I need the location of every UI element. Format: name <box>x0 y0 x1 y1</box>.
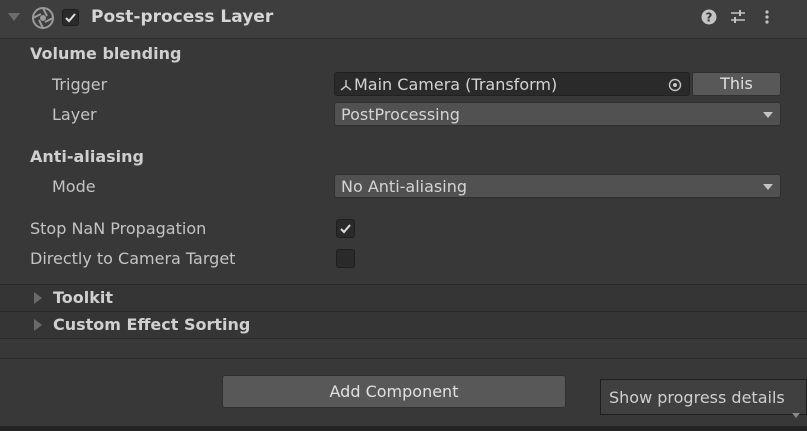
foldout-right-icon <box>34 319 42 331</box>
direct-camera-checkbox[interactable] <box>336 249 355 268</box>
help-icon[interactable]: ? <box>701 9 717 29</box>
stop-nan-checkbox[interactable] <box>336 219 355 238</box>
mode-value: No Anti-aliasing <box>341 177 467 196</box>
transform-icon <box>339 77 353 96</box>
divider <box>0 358 807 359</box>
layer-value: PostProcessing <box>341 105 460 124</box>
trigger-label: Trigger <box>52 75 108 94</box>
scroll-down-icon[interactable] <box>792 413 800 418</box>
trigger-value: Main Camera (Transform) <box>354 75 558 94</box>
direct-camera-label: Directly to Camera Target <box>30 249 236 268</box>
divider <box>0 338 807 339</box>
layer-label: Layer <box>52 105 97 124</box>
foldout-arrow-icon[interactable] <box>8 13 20 21</box>
stop-nan-label: Stop NaN Propagation <box>30 219 207 238</box>
more-icon[interactable] <box>764 9 770 29</box>
toolkit-label: Toolkit <box>53 288 114 307</box>
anti-aliasing-heading: Anti-aliasing <box>30 147 144 166</box>
trigger-object-field[interactable]: Main Camera (Transform) <box>334 72 690 96</box>
foldout-right-icon <box>34 292 42 304</box>
component-header[interactable]: Post-process Layer ? <box>0 0 807 39</box>
tooltip: Show progress details <box>600 379 807 415</box>
this-button[interactable]: This <box>692 72 781 96</box>
mode-label: Mode <box>52 177 96 196</box>
chevron-down-icon <box>763 112 773 118</box>
volume-blending-heading: Volume blending <box>30 44 182 63</box>
svg-text:?: ? <box>706 11 713 25</box>
object-picker-icon[interactable] <box>668 77 682 96</box>
preset-icon[interactable] <box>730 9 746 29</box>
chevron-down-icon <box>763 184 773 190</box>
custom-effect-sorting-label: Custom Effect Sorting <box>53 315 251 334</box>
anti-aliasing-mode-dropdown[interactable]: No Anti-aliasing <box>334 174 781 198</box>
tooltip-text: Show progress details <box>609 388 785 407</box>
layer-dropdown[interactable]: PostProcessing <box>334 102 781 126</box>
component-enabled-checkbox[interactable] <box>62 9 79 26</box>
toolkit-foldout[interactable]: Toolkit <box>0 284 807 311</box>
custom-effect-sorting-foldout[interactable]: Custom Effect Sorting <box>0 311 807 338</box>
status-bar <box>0 426 807 431</box>
add-component-button[interactable]: Add Component <box>222 375 566 408</box>
post-process-layer-icon <box>31 6 55 30</box>
component-title: Post-process Layer <box>91 7 274 27</box>
